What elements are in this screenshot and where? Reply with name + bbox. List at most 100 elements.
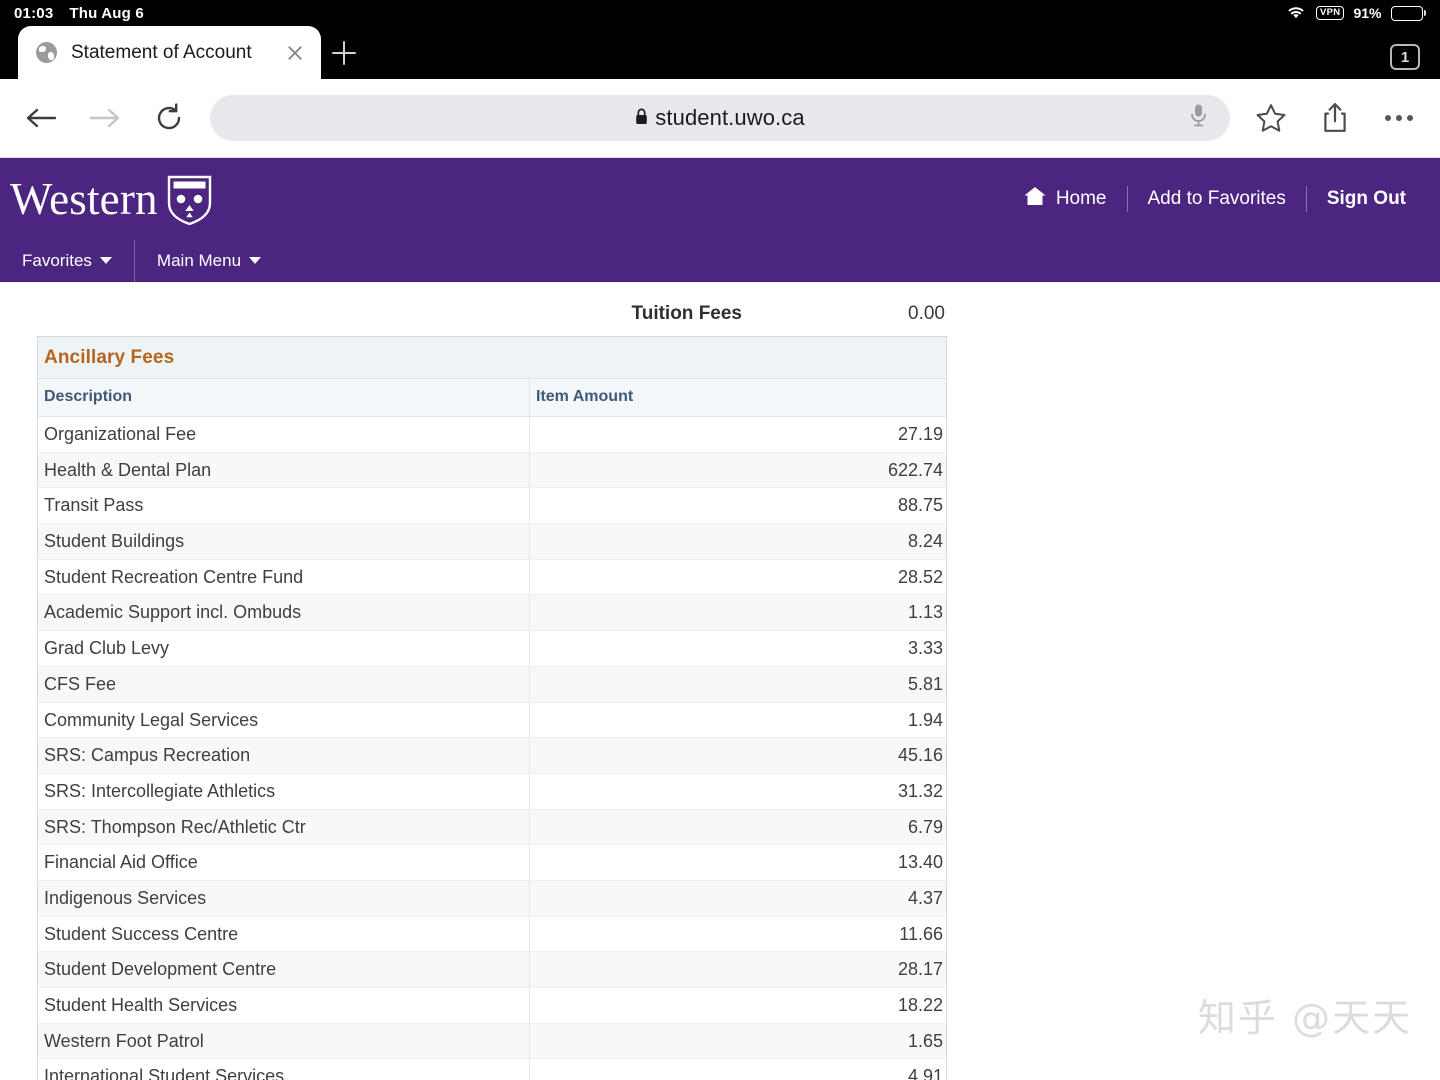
fee-description: Community Legal Services [37,702,530,739]
table-row: Health & Dental Plan 622.74 [37,452,947,489]
fee-description: SRS: Intercollegiate Athletics [37,773,530,810]
menu-item-main-menu-label: Main Menu [156,250,242,270]
fee-description: Grad Club Levy [37,630,530,667]
fee-amount: 1.94 [529,702,947,739]
table-row: Student Recreation Centre Fund 28.52 [37,559,947,596]
table-row: SRS: Thompson Rec/Athletic Ctr 6.79 [37,809,947,846]
back-button[interactable] [18,95,64,141]
table-row: Western Foot Patrol 1.65 [37,1023,947,1060]
site-header: Western Home Add to Favorites Sign Out [0,158,1440,240]
fee-amount: 18.22 [529,987,947,1024]
ios-status-bar: 01:03 Thu Aug 6 VPN 91% [0,0,1440,26]
lock-icon [635,105,648,131]
table-row: Grad Club Levy 3.33 [37,630,947,667]
chevron-down-icon [249,257,262,264]
fee-description: Student Recreation Centre Fund [37,559,530,596]
home-icon [1023,185,1047,213]
fee-description: SRS: Thompson Rec/Athletic Ctr [37,809,530,846]
table-row: Organizational Fee 27.19 [37,416,947,453]
ancillary-rows-body: Organizational Fee 27.19 Health & Dental P… [37,416,947,1080]
fee-amount: 1.65 [529,1023,947,1060]
fee-description: Student Development Centre [37,951,530,988]
table-row: CFS Fee 5.81 [37,666,947,703]
sign-out-link[interactable]: Sign Out [1307,188,1426,210]
fee-description: SRS: Campus Recreation [37,737,530,774]
menu-item-main-menu[interactable]: Main Menu [135,240,283,282]
chevron-down-icon [99,257,112,264]
table-row: Student Health Services 18.22 [37,987,947,1024]
fee-amount: 4.37 [529,880,947,917]
browser-tab-strip: Statement of Account 1 [0,26,1440,79]
address-bar[interactable]: student.uwo.ca [210,95,1230,141]
fee-amount: 1.13 [529,594,947,632]
tuition-fees-total-amount: 0.00 [908,303,945,324]
status-date: Thu Aug 6 [69,4,144,22]
browser-toolbar: student.uwo.ca [0,79,1440,158]
column-header-item-amount: Item Amount [529,378,947,417]
status-bar-left: 01:03 Thu Aug 6 [0,5,144,22]
fee-amount: 5.81 [529,666,947,703]
table-row: Student Success Centre 11.66 [37,916,947,953]
microphone-icon[interactable] [1189,103,1208,134]
fee-amount: 28.17 [529,951,947,988]
fee-amount: 13.40 [529,844,947,881]
add-to-favorites-link[interactable]: Add to Favorites [1128,188,1306,210]
western-wordmark: Western [10,173,158,224]
western-logo[interactable]: Western [0,173,213,225]
fee-description: Student Health Services [37,987,530,1024]
table-row: Academic Support incl. Ombuds 1.13 [37,594,947,632]
fee-description: International Student Services [37,1058,530,1080]
fee-description: CFS Fee [37,666,530,703]
statement-of-account-page: Tuition Fees 0.00 Ancillary Fees Descrip… [0,282,1440,1080]
fee-amount: 8.24 [529,523,947,560]
column-header-description: Description [37,378,530,417]
fee-description: Student Buildings [37,523,530,560]
vpn-badge: VPN [1316,6,1345,20]
table-row: Community Legal Services 1.94 [37,702,947,739]
browser-tab[interactable]: Statement of Account [18,26,321,79]
status-clock: 01:03 [14,4,54,22]
bookmark-button[interactable] [1248,95,1294,141]
fee-amount: 622.74 [529,452,947,489]
reload-button[interactable] [146,95,192,141]
site-menu-bar: Favorites Main Menu [0,239,1440,282]
tab-count-button[interactable]: 1 [1390,44,1420,70]
fee-description: Academic Support incl. Ombuds [37,594,530,632]
share-button[interactable] [1312,95,1358,141]
watermark: 知乎 @天天 [1197,996,1412,1040]
table-row: SRS: Intercollegiate Athletics 31.32 [37,773,947,810]
fee-amount: 28.52 [529,559,947,596]
table-row: Transit Pass 88.75 [37,487,947,525]
table-row: International Student Services 4.91 [37,1058,947,1080]
fee-amount: 27.19 [529,416,947,453]
fee-amount: 45.16 [529,737,947,774]
table-row: SRS: Campus Recreation 45.16 [37,737,947,774]
site-header-links: Home Add to Favorites Sign Out [1003,185,1440,213]
fee-amount: 11.66 [529,916,947,953]
fee-amount: 3.33 [529,630,947,667]
fee-amount: 31.32 [529,773,947,810]
fee-description: Organizational Fee [37,416,530,453]
tuition-fees-total-label: Tuition Fees [631,303,742,324]
status-bar-right: VPN 91% [1285,4,1440,23]
table-row: Student Buildings 8.24 [37,523,947,560]
address-bar-content: student.uwo.ca [635,105,805,131]
home-link[interactable]: Home [1003,185,1127,213]
forward-button[interactable] [82,95,128,141]
ancillary-section-title: Ancillary Fees [44,347,175,368]
battery-icon [1390,5,1426,21]
wifi-icon [1285,4,1307,23]
menu-item-favorites-label: Favorites [22,250,92,270]
fee-description: Transit Pass [37,487,530,525]
table-row: Student Development Centre 28.17 [37,951,947,988]
new-tab-button[interactable] [321,26,367,79]
close-icon[interactable] [283,41,307,65]
tuition-fees-total-row: Tuition Fees 0.00 [37,292,947,336]
address-bar-url: student.uwo.ca [655,105,805,130]
fee-amount: 4.91 [529,1058,947,1080]
menu-item-favorites[interactable]: Favorites [0,240,134,282]
globe-icon [36,42,57,63]
fee-amount: 6.79 [529,809,947,846]
fee-amount: 88.75 [529,487,947,525]
ellipsis-icon[interactable] [1376,95,1422,141]
